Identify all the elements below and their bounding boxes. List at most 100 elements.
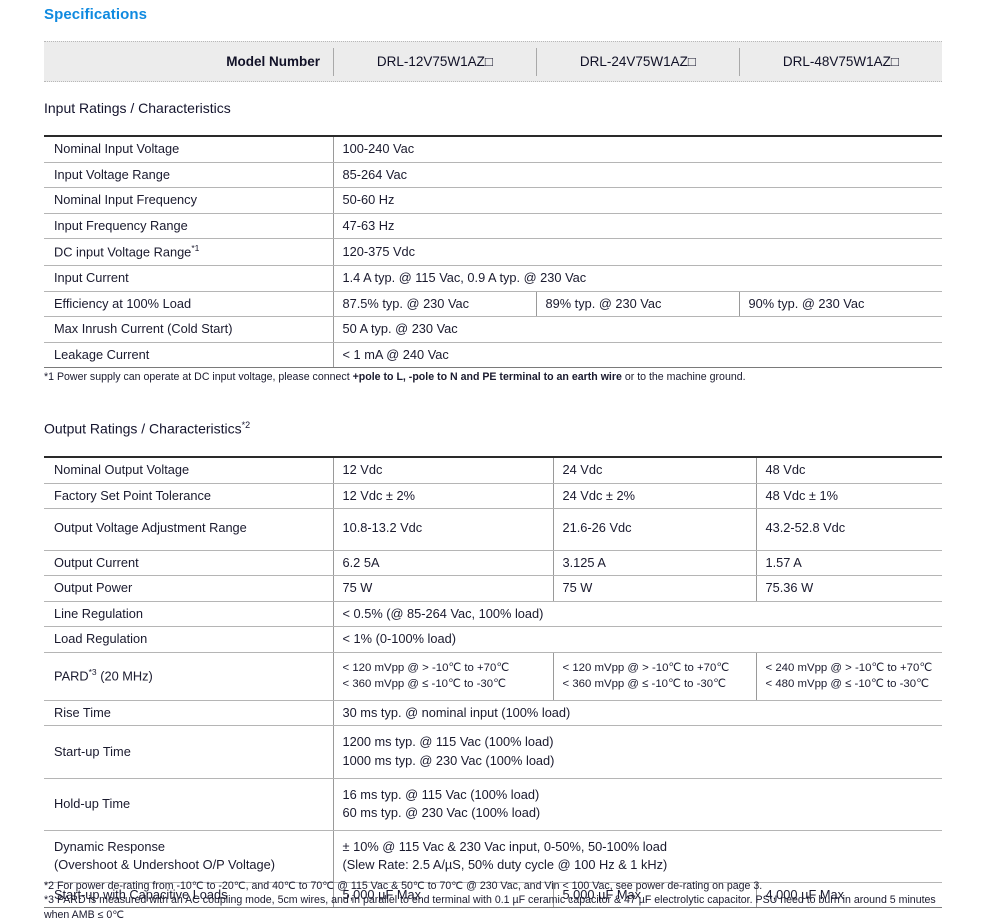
- row-label: Output Voltage Adjustment Range: [44, 508, 333, 551]
- row-value-line: 90% typ. @ 230 Vac: [748, 295, 865, 311]
- row-value: 1.4 A typ. @ 115 Vac, 0.9 A typ. @ 230 V…: [332, 265, 942, 292]
- row-value: 12 Vdc ± 2%: [332, 483, 553, 510]
- row-label: Max Inrush Current (Cold Start): [44, 316, 333, 343]
- row-label-text: PARD: [54, 668, 89, 684]
- table-row: Input Current 1.4 A typ. @ 115 Vac, 0.9 A…: [44, 265, 942, 292]
- row-label-text: Output Current: [54, 554, 139, 570]
- row-label-text: Nominal Output Voltage: [54, 462, 190, 477]
- row-label-text: Nominal Input Voltage: [54, 141, 180, 156]
- table-row: Start-up Time 1200 ms typ. @ 115 Vac (100…: [44, 725, 942, 779]
- model-number-header: Model Number DRL-12V75W1AZ□ DRL-24V75W1A…: [44, 41, 942, 82]
- row-value: 3.125 A: [552, 550, 756, 577]
- row-value: 87.5% typ. @ 230 Vac: [332, 291, 536, 318]
- row-value: 75 W: [552, 575, 756, 602]
- row-label-text: Nominal Input Frequency: [54, 192, 197, 208]
- model-number-cell-3: DRL-48V75W1AZ□: [739, 47, 942, 76]
- row-value-line: 6.2 5A: [342, 554, 380, 570]
- table-row: Line Regulation < 0.5% (@ 85-264 Vac, 100…: [44, 601, 942, 628]
- row-value: ± 10% @ 115 Vac & 230 Vac input, 0-50%, …: [332, 830, 942, 883]
- table-row: Dynamic Response (Overshoot & Undershoot …: [44, 830, 942, 883]
- row-value-line: 3.125 A: [562, 554, 606, 570]
- row-label-text: Efficiency at 100% Load: [54, 295, 192, 311]
- table-row: PARD*3 (20 MHz) < 120 mVpp @ > -10℃ to +7…: [44, 652, 942, 701]
- row-value: 24 Vdc: [552, 455, 756, 484]
- row-value: 75 W: [332, 575, 553, 602]
- row-label-text: DC input Voltage Range: [54, 244, 192, 260]
- table-row: Input Frequency Range 47-63 Hz: [44, 213, 942, 240]
- row-value: 30 ms typ. @ nominal input (100% load): [332, 700, 942, 727]
- row-value-line: < 240 mVpp @ > -10℃ to +70℃: [765, 661, 933, 674]
- row-value-line: 75.36 W: [765, 580, 814, 596]
- specifications-page: Specifications Model Number DRL-12V75W1A…: [0, 0, 984, 920]
- row-value: 6.2 5A: [332, 550, 553, 577]
- row-value: 24 Vdc ± 2%: [552, 483, 756, 510]
- row-label-line: (Overshoot & Undershoot O/P Voltage): [54, 857, 275, 873]
- table-row: Leakage Current < 1 mA @ 240 Vac: [44, 342, 942, 369]
- row-label-footnote-marker: *1: [191, 243, 200, 254]
- row-value-line: < 480 mVpp @ ≤ -10℃ to -30℃: [765, 678, 929, 691]
- row-label: Hold-up Time: [44, 778, 333, 831]
- table-row: Factory Set Point Tolerance 12 Vdc ± 2% 24…: [44, 483, 942, 510]
- row-value-line: < 1% (0-100% load): [342, 631, 456, 647]
- row-value: < 120 mVpp @ > -10℃ to +70℃ < 360 mVpp @ …: [552, 652, 756, 701]
- row-label: Efficiency at 100% Load: [44, 291, 333, 318]
- row-value-line: 30 ms typ. @ nominal input (100% load): [342, 704, 571, 720]
- row-label: Line Regulation: [44, 601, 333, 628]
- row-value: 12 Vdc: [332, 455, 553, 484]
- row-value-line: 50-60 Hz: [342, 192, 395, 208]
- row-label: Dynamic Response (Overshoot & Undershoot …: [44, 830, 333, 883]
- input-section-heading: Input Ratings / Characteristics: [44, 100, 231, 116]
- row-label: Nominal Input Voltage: [44, 134, 333, 163]
- row-value-line: 75 W: [342, 580, 373, 596]
- row-label: Rise Time: [44, 700, 333, 727]
- table-row: Nominal Input Voltage 100-240 Vac: [44, 134, 942, 163]
- row-value-line: < 360 mVpp @ ≤ -10℃ to -30℃: [562, 678, 726, 691]
- model-number-cell-1: DRL-12V75W1AZ□: [333, 47, 536, 76]
- table-row: Nominal Output Voltage 12 Vdc 24 Vdc 48 Vdc: [44, 455, 942, 484]
- row-value-line: 60 ms typ. @ 230 Vac (100% load): [342, 805, 541, 821]
- table-row: Nominal Input Frequency 50-60 Hz: [44, 187, 942, 214]
- row-label-footnote-marker: *3: [88, 667, 97, 678]
- table-row: Max Inrush Current (Cold Start) 50 A typ.…: [44, 316, 942, 343]
- row-value: 50-60 Hz: [332, 187, 942, 214]
- row-value: 48 Vdc ± 1%: [755, 483, 942, 510]
- row-label-text: Output Power: [54, 580, 133, 596]
- model-number-label: Model Number: [226, 54, 320, 69]
- row-value: < 1% (0-100% load): [332, 626, 942, 653]
- row-value-line: 12 Vdc ± 2%: [342, 487, 415, 503]
- row-value-line: < 120 mVpp @ > -10℃ to +70℃: [342, 661, 510, 674]
- table-row: Output Voltage Adjustment Range 10.8-13.2…: [44, 508, 942, 551]
- row-value: 100-240 Vac: [332, 134, 942, 163]
- output-footnote-3: *3 PARD is measured with an AC coupling …: [44, 894, 936, 920]
- row-value-line: 50 A typ. @ 230 Vac: [342, 321, 458, 337]
- output-section-heading-text: Output Ratings / Characteristics: [44, 420, 242, 437]
- row-label: Start-up Time: [44, 725, 333, 779]
- row-value-line: 120-375 Vdc: [342, 243, 416, 259]
- row-value-line: < 360 mVpp @ ≤ -10℃ to -30℃: [342, 678, 506, 691]
- row-value-line: 85-264 Vac: [342, 166, 408, 182]
- table-row: Hold-up Time 16 ms typ. @ 115 Vac (100% l…: [44, 778, 942, 831]
- row-label-text: Input Frequency Range: [54, 217, 188, 233]
- row-label-text: Input Voltage Range: [54, 166, 170, 182]
- row-value-line: 87.5% typ. @ 230 Vac: [342, 295, 470, 311]
- row-value-line: < 120 mVpp @ > -10℃ to +70℃: [562, 661, 730, 674]
- row-value-line: 89% typ. @ 230 Vac: [545, 295, 662, 311]
- row-value: 43.2-52.8 Vdc: [755, 508, 942, 551]
- row-value-line: 1.57 A: [765, 554, 802, 570]
- row-value-line: 16 ms typ. @ 115 Vac (100% load): [342, 786, 540, 802]
- input-footnote: *1 Power supply can operate at DC input …: [44, 370, 944, 385]
- row-value: 10.8-13.2 Vdc: [332, 508, 553, 551]
- output-section-heading-sup: *2: [241, 420, 251, 430]
- row-value-line: 21.6-26 Vdc: [562, 520, 632, 536]
- row-label-text: Max Inrush Current (Cold Start): [54, 321, 233, 337]
- row-value-line: < 1 mA @ 240 Vac: [342, 346, 449, 362]
- row-value: 21.6-26 Vdc: [552, 508, 756, 551]
- row-value: 89% typ. @ 230 Vac: [535, 291, 739, 318]
- row-value-line: 12 Vdc: [342, 462, 383, 477]
- row-label-text: Hold-up Time: [54, 795, 131, 811]
- row-value-line: 1000 ms typ. @ 230 Vac (100% load): [342, 752, 555, 768]
- row-value: 1200 ms typ. @ 115 Vac (100% load) 1000 m…: [332, 725, 942, 779]
- row-value-line: (Slew Rate: 2.5 A/µS, 50% duty cycle @ 1…: [342, 857, 668, 873]
- row-value-line: 48 Vdc: [765, 462, 806, 477]
- table-row: Load Regulation < 1% (0-100% load): [44, 626, 942, 653]
